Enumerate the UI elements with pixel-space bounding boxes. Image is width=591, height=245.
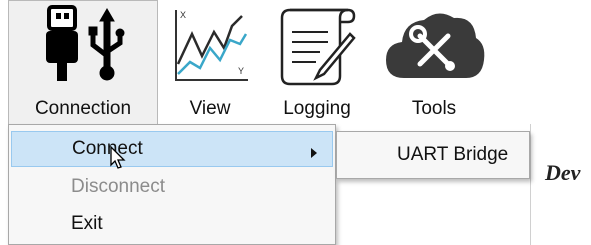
- connection-button[interactable]: Connection: [8, 0, 158, 124]
- submenu-item-label: UART Bridge: [397, 144, 509, 165]
- menu-item-exit[interactable]: Exit: [11, 206, 333, 242]
- tools-cloud-icon: [382, 4, 488, 99]
- chart-icon: X Y: [170, 4, 252, 93]
- tools-button[interactable]: Tools: [376, 0, 492, 124]
- menu-item-label: Exit: [71, 213, 103, 234]
- menu-item-disconnect[interactable]: Disconnect: [11, 169, 333, 205]
- tools-label: Tools: [411, 98, 457, 119]
- submenu-arrow-icon: [310, 143, 318, 165]
- usb-icon: [43, 5, 127, 90]
- view-label: View: [189, 98, 231, 119]
- logging-label: Logging: [283, 98, 351, 119]
- svg-text:Y: Y: [238, 66, 244, 76]
- background-window: Dev: [530, 124, 591, 245]
- menu-item-connect[interactable]: Connect: [11, 131, 333, 169]
- connect-submenu: UART Bridge: [336, 131, 530, 179]
- connection-menu: Connect Disconnect Exit: [8, 124, 336, 245]
- svg-text:X: X: [180, 10, 186, 20]
- menu-item-label: Disconnect: [71, 176, 165, 197]
- view-button[interactable]: X Y View: [160, 0, 260, 124]
- logging-button[interactable]: Logging: [262, 0, 372, 124]
- submenu-item-uart-bridge[interactable]: UART Bridge: [337, 132, 529, 178]
- connection-label: Connection: [34, 98, 132, 119]
- document-pen-icon: [276, 4, 358, 93]
- background-text: Dev: [545, 160, 581, 185]
- menu-item-label: Connect: [72, 138, 143, 159]
- ribbon-toolbar: Connection X Y View Logging Tools: [0, 0, 591, 124]
